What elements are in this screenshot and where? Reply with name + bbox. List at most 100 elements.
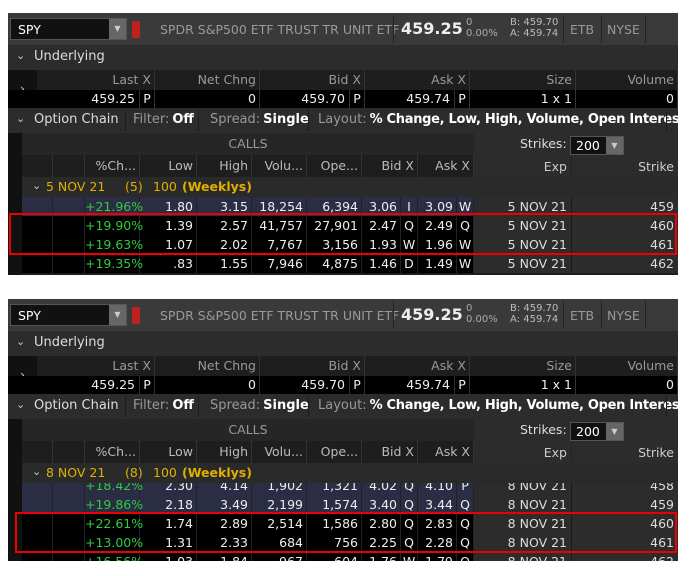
chevron-down-icon[interactable]: ⌄ [16,112,25,125]
column-header[interactable]: Bid X [362,155,418,177]
column-header[interactable]: High [197,441,252,463]
expiration-group-header[interactable]: ⌄ 5 NOV 21 (5) 100 (Weeklys) [22,177,678,197]
column-header[interactable]: Last X [37,356,155,376]
bid-cell[interactable]: 1.46 [362,254,401,273]
ask-cell[interactable]: 1.49 [418,254,457,273]
chevron-down-icon[interactable]: ▼ [109,19,126,39]
ask-cell[interactable]: 2.83 [418,514,457,533]
column-header[interactable]: Ope... [307,155,362,177]
volume-cell: 18,254 [252,197,307,216]
filter-control[interactable]: Filter: Off [133,398,194,413]
column-header[interactable]: Bid X [260,356,365,376]
ask-cell[interactable]: 3.09 [418,197,457,216]
underlying-section-header[interactable]: ⌄ Underlying [8,45,678,70]
spread-control[interactable]: Spread: Single [210,398,309,413]
column-header[interactable]: Ask X [365,70,470,90]
strikes-selector[interactable]: 200 ▼ [570,422,624,441]
bid-cell[interactable]: 1.93 [362,235,401,254]
strikes-value[interactable]: 200 [576,424,600,439]
column-header[interactable]: Volume [576,356,678,376]
symbol-text[interactable]: SPY [18,22,41,37]
chevron-down-icon[interactable]: ⌄ [32,179,41,192]
column-header[interactable]: Size [470,356,576,376]
column-header[interactable]: Net Chng [155,356,260,376]
option-row[interactable]: +19.35% .83 1.55 7,946 4,875 1.46 D 1.49 W 5 NOV … [22,254,678,273]
option-row[interactable]: +19.90% 1.39 2.57 41,757 27,901 2.47 Q 2.49 Q 5 N… [22,216,678,235]
alert-icon[interactable] [132,307,140,324]
bid-cell[interactable]: 3.40 [362,495,401,514]
chevron-down-icon[interactable]: ▼ [109,305,126,325]
bid-cell[interactable]: 3.06 [362,197,401,216]
ask-cell[interactable]: 3.44 [418,495,457,514]
value: 459.25 [91,90,140,108]
chevron-down-icon[interactable]: ▼ [606,137,623,154]
ask-cell[interactable]: 1.96 [418,235,457,254]
bid-cell[interactable]: 2.80 [362,514,401,533]
column-header[interactable]: Ask X [418,441,474,463]
exp-header[interactable]: Exp [474,443,572,463]
column-header[interactable]: Volu... [252,155,307,177]
chevron-down-icon[interactable]: ▼ [606,423,623,440]
bid-cell[interactable]: 4.02 [362,483,401,495]
symbol-selector[interactable]: SPY ▼ [10,304,127,326]
bid-value: B: 459.70 [510,17,559,28]
column-header[interactable]: Low [140,155,197,177]
exchange-code: P [143,377,151,392]
column-header[interactable]: Size [470,70,576,90]
column-header[interactable]: %Ch... [85,155,140,177]
column-header[interactable]: Low [140,441,197,463]
bid-cell[interactable]: 2.47 [362,216,401,235]
column-header[interactable]: Last X [37,70,155,90]
bid-exchange-cell: Q [401,495,418,514]
strikes-value[interactable]: 200 [576,138,600,153]
option-row[interactable]: +19.86% 2.18 3.49 2,199 1,574 3.40 Q 3.44 Q 8 NOV… [22,495,678,514]
strike-header[interactable]: Strike [572,157,678,177]
option-row[interactable]: +16.56%1.031.849676041.76W1.79Q8 NOV 214… [22,552,678,561]
column-header[interactable]: Volume [576,70,678,90]
filter-control[interactable]: Filter: Off [133,112,194,127]
option-rows: +18.42% 2.30 4.14 1,902 1,321 4.02 Q 4.10 P 8 NOV… [22,483,678,561]
column-header[interactable]: Net Chng [155,70,260,90]
column-header[interactable]: Ope... [307,441,362,463]
exp-cell: 8 NOV 21 [474,514,572,533]
volume-cell: 1,902 [252,483,307,495]
column-header[interactable]: Ask X [418,155,474,177]
option-row[interactable]: +21.96% 1.80 3.15 18,254 6,394 3.06 I 3.09 W 5 NO… [22,197,678,216]
option-chain-label[interactable]: Option Chain [34,112,119,127]
bid-cell[interactable]: 1.76 [362,552,401,561]
expiration-group-header[interactable]: ⌄ 8 NOV 21 (8) 100 (Weeklys) [22,463,678,483]
column-header[interactable]: Bid X [362,441,418,463]
symbol-selector[interactable]: SPY ▼ [10,18,127,40]
option-row[interactable]: +18.42% 2.30 4.14 1,902 1,321 4.02 Q 4.10 P 8 NOV… [22,483,678,495]
option-row[interactable]: +22.61% 1.74 2.89 2,514 1,586 2.80 Q 2.83 Q 8 NOV… [22,514,678,533]
ask-cell[interactable]: 1.79 [418,552,457,561]
column-header[interactable]: %Ch... [85,441,140,463]
chevron-down-icon[interactable]: ⌄ [32,465,41,478]
chevron-down-icon[interactable]: ⌄ [16,398,25,411]
column-header[interactable]: Volu... [252,441,307,463]
option-chain-label[interactable]: Option Chain [34,398,119,413]
exp-header[interactable]: Exp [474,157,572,177]
layout-control[interactable]: Layout:% Change, Low, High, Volume, Open… [318,112,678,127]
underlying-value: 1 x 1 [470,376,576,394]
ask-cell[interactable]: 4.10 [418,483,457,495]
ask-cell[interactable]: 2.49 [418,216,457,235]
spread-control[interactable]: Spread: Single [210,112,309,127]
bid-cell[interactable]: 2.25 [362,533,401,552]
blank-cell [22,197,53,216]
low-cell: .83 [140,254,197,273]
column-header[interactable]: Ask X [365,356,470,376]
strike-header[interactable]: Strike [572,443,678,463]
ask-cell[interactable]: 2.28 [418,533,457,552]
low-cell: 1.39 [140,216,197,235]
column-header[interactable]: Bid X [260,70,365,90]
option-row[interactable]: +19.63% 1.07 2.02 7,767 3,156 1.93 W 1.96 W 5 NOV… [22,235,678,254]
symbol-text[interactable]: SPY [18,308,41,323]
underlying-section-header[interactable]: ⌄ Underlying [8,331,678,356]
value: 0 [248,91,256,106]
option-row[interactable]: +13.00% 1.31 2.33 684 756 2.25 Q 2.28 Q 8 NOV 21 4… [22,533,678,552]
alert-icon[interactable] [132,21,140,38]
column-header[interactable]: High [197,155,252,177]
layout-control[interactable]: Layout:% Change, Low, High, Volume, Open… [318,398,678,413]
strikes-selector[interactable]: 200 ▼ [570,136,624,155]
